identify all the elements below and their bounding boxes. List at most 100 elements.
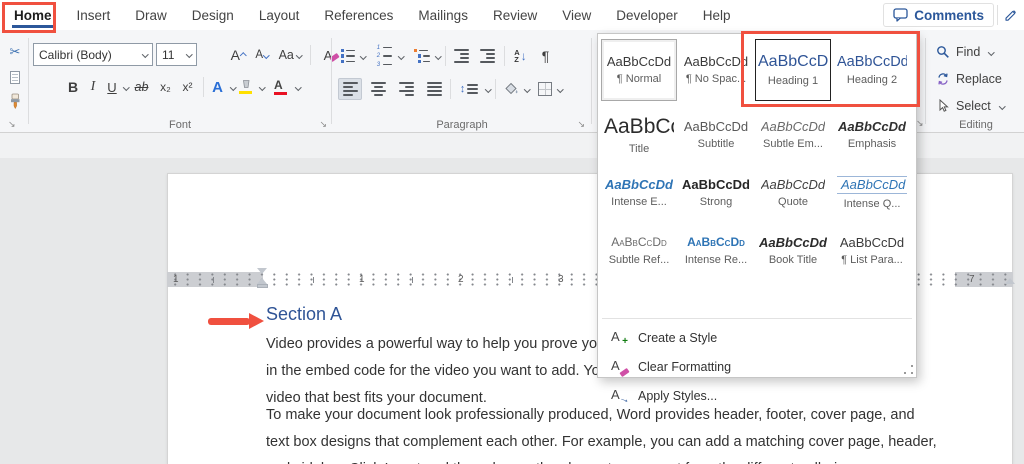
style-label: ¶ List Para... bbox=[841, 254, 903, 267]
grow-font-button[interactable]: A bbox=[226, 47, 250, 63]
tab-view[interactable]: View bbox=[560, 2, 593, 29]
tab-mailings[interactable]: Mailings bbox=[416, 2, 470, 29]
align-left-button[interactable] bbox=[338, 78, 362, 100]
superscript-button[interactable]: x² bbox=[177, 80, 199, 94]
first-line-indent-marker[interactable] bbox=[257, 268, 267, 274]
style-title[interactable]: AaBbCcDd Title bbox=[601, 107, 677, 163]
word-window: Home Insert Draw Design Layout Reference… bbox=[0, 0, 1024, 464]
increase-indent-button[interactable] bbox=[476, 49, 500, 63]
replace-button[interactable]: Replace bbox=[936, 69, 1002, 89]
font-size-combobox[interactable]: 11 bbox=[156, 43, 197, 66]
sort-button[interactable]: AZ ↓ bbox=[509, 47, 533, 64]
paragraph-row2-buttons: ↕ bbox=[338, 76, 564, 102]
find-button[interactable]: Find bbox=[936, 42, 995, 62]
bullets-chevron-icon[interactable] bbox=[360, 52, 367, 60]
italic-button[interactable]: I bbox=[83, 79, 103, 95]
numbering-chevron-icon[interactable] bbox=[397, 52, 404, 60]
highlight-chevron-icon[interactable] bbox=[259, 83, 266, 91]
style-sample: AaBbCcDd bbox=[687, 236, 745, 250]
borders-button[interactable] bbox=[535, 82, 555, 96]
style-subtitle[interactable]: AaBbCcDd Subtitle bbox=[678, 107, 754, 163]
comments-button[interactable]: Comments bbox=[883, 3, 994, 27]
tab-references[interactable]: References bbox=[322, 2, 395, 29]
cut-button[interactable]: ✂ bbox=[6, 43, 24, 61]
clipboard-dialog-launcher[interactable]: ↘ bbox=[8, 120, 16, 129]
numbering-button[interactable]: 1 2 3 bbox=[374, 45, 396, 68]
clear-formatting-icon: A bbox=[610, 358, 630, 377]
tab-layout[interactable]: Layout bbox=[257, 2, 302, 29]
ruler-number: 1 bbox=[359, 273, 365, 285]
underline-button[interactable]: U bbox=[103, 80, 121, 95]
subscript-button[interactable]: x₂ bbox=[155, 80, 177, 94]
style-emphasis[interactable]: AaBbCcDd Emphasis bbox=[834, 107, 910, 163]
apply-styles-icon: A → bbox=[611, 386, 632, 407]
font-color-chevron-icon[interactable] bbox=[294, 83, 301, 91]
font-dialog-launcher[interactable]: ↘ bbox=[319, 120, 327, 129]
change-case-button[interactable]: Aa bbox=[274, 48, 306, 62]
line-spacing-chevron-icon[interactable] bbox=[485, 85, 492, 93]
resize-grip[interactable] bbox=[904, 365, 913, 374]
style-normal[interactable]: AaBbCcDd ¶ Normal bbox=[601, 39, 677, 101]
multilevel-list-button[interactable] bbox=[411, 48, 433, 64]
align-left-icon bbox=[342, 82, 358, 96]
paragraph-dialog-launcher[interactable]: ↘ bbox=[577, 120, 585, 129]
align-center-button[interactable] bbox=[366, 82, 390, 96]
style-intense-emphasis[interactable]: AaBbCcDd Intense E... bbox=[601, 165, 677, 221]
paste-button[interactable] bbox=[6, 68, 24, 86]
style-label: Title bbox=[628, 143, 650, 156]
justify-button[interactable] bbox=[422, 82, 446, 96]
select-chevron-icon bbox=[998, 102, 1006, 110]
bold-button[interactable]: B bbox=[63, 79, 83, 95]
shrink-font-button[interactable]: A bbox=[250, 49, 274, 61]
topbar-divider bbox=[997, 5, 998, 25]
chevron-down-icon bbox=[263, 51, 270, 59]
text-effects-button[interactable]: A bbox=[208, 79, 228, 96]
apply-styles-menuitem[interactable]: A → Apply Styles... bbox=[598, 381, 916, 410]
tab-review[interactable]: Review bbox=[491, 2, 539, 29]
sort-icon: AZ bbox=[514, 47, 520, 64]
tab-help[interactable]: Help bbox=[701, 2, 733, 29]
decrease-indent-button[interactable] bbox=[450, 49, 474, 63]
style-quote[interactable]: AaBbCcDd Quote bbox=[755, 165, 831, 221]
editing-mode-pencil-button[interactable] bbox=[1000, 4, 1020, 26]
change-case-letters: Aa bbox=[278, 48, 294, 62]
ruler-number: 2 bbox=[458, 273, 464, 285]
shading-chevron-icon[interactable] bbox=[523, 85, 530, 93]
style-subtle-reference[interactable]: AaBbCcDd Subtle Ref... bbox=[601, 223, 677, 279]
styles-dialog-launcher[interactable]: ↘ bbox=[916, 119, 924, 128]
font-color-button[interactable]: A bbox=[269, 79, 293, 95]
tab-draw[interactable]: Draw bbox=[133, 2, 169, 29]
left-indent-marker[interactable] bbox=[257, 284, 268, 288]
style-intense-quote[interactable]: AaBbCcDd Intense Q... bbox=[834, 165, 910, 221]
line-spacing-button[interactable]: ↕ bbox=[455, 83, 483, 95]
select-button[interactable]: Select bbox=[936, 96, 1006, 116]
style-label: Subtitle bbox=[697, 138, 735, 151]
tab-insert[interactable]: Insert bbox=[75, 2, 113, 29]
style-intense-reference[interactable]: AaBbCcDd Intense Re... bbox=[678, 223, 754, 279]
create-style-label: Create a Style bbox=[638, 330, 718, 345]
paragraph-group: 1 2 3 A Z ↓ ¶ ↕ Paragraph ↘ bbox=[334, 30, 591, 133]
shading-button[interactable] bbox=[500, 82, 522, 96]
style-subtle-emphasis[interactable]: AaBbCcDd Subtle Em... bbox=[755, 107, 831, 163]
tab-design[interactable]: Design bbox=[190, 2, 236, 29]
tab-developer[interactable]: Developer bbox=[614, 2, 680, 29]
select-label: Select bbox=[956, 99, 991, 113]
highlighter-icon bbox=[239, 80, 253, 94]
strikethrough-button[interactable]: ab bbox=[129, 80, 155, 94]
style-strong[interactable]: AaBbCcDd Strong bbox=[678, 165, 754, 221]
font-name-combobox[interactable]: Calibri (Body) bbox=[33, 43, 153, 66]
bullets-button[interactable] bbox=[338, 48, 358, 64]
style-list-paragraph[interactable]: AaBbCcDd ¶ List Para... bbox=[834, 223, 910, 279]
borders-chevron-icon[interactable] bbox=[557, 85, 564, 93]
show-hide-pilcrow-button[interactable]: ¶ bbox=[535, 48, 557, 64]
right-indent-marker[interactable] bbox=[1005, 278, 1015, 284]
clear-formatting-menuitem[interactable]: A Clear Formatting bbox=[598, 352, 916, 381]
multilevel-chevron-icon[interactable] bbox=[435, 52, 442, 60]
bullets-icon bbox=[340, 48, 356, 64]
align-right-button[interactable] bbox=[394, 82, 418, 96]
highlight-color-button[interactable] bbox=[235, 80, 257, 94]
paint-bucket-icon bbox=[504, 82, 517, 95]
format-painter-button[interactable] bbox=[6, 92, 24, 110]
create-a-style-menuitem[interactable]: A + Create a Style bbox=[598, 323, 916, 352]
style-book-title[interactable]: AaBbCcDd Book Title bbox=[755, 223, 831, 279]
